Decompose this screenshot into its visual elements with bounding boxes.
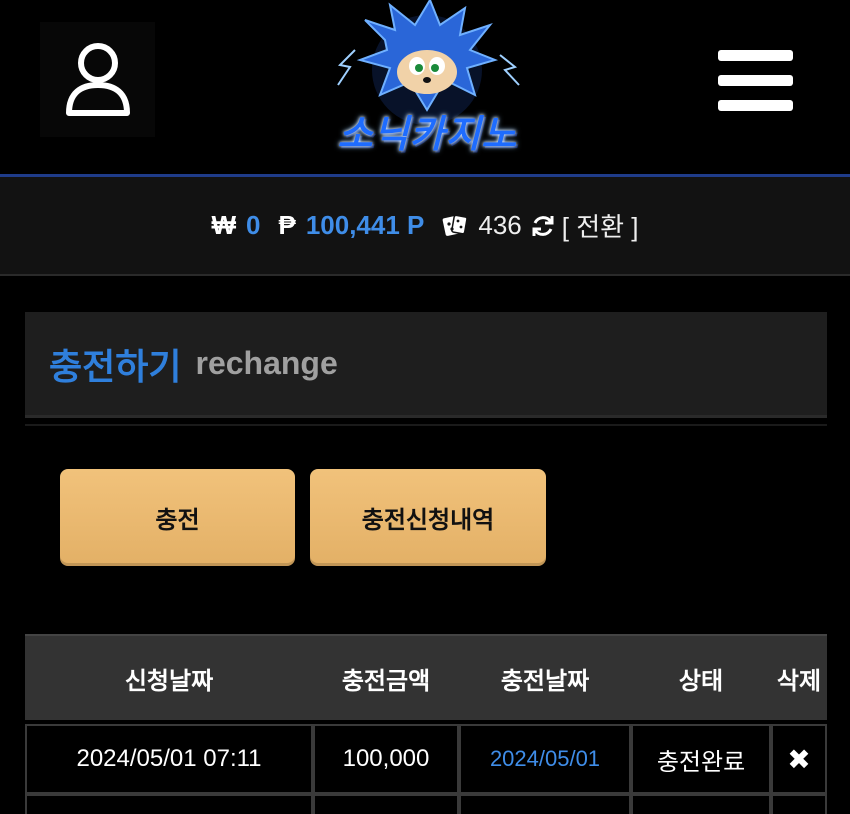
point-icon: ₱ bbox=[278, 210, 296, 240]
dice-balance: 436 [ 전환 ] bbox=[442, 207, 639, 244]
recharge-table: 신청날짜 충전금액 충전날짜 상태 삭제 2024/05/01 07:11 10… bbox=[25, 634, 827, 814]
cell-empty bbox=[25, 794, 313, 814]
charge-button[interactable]: 충전 bbox=[60, 469, 295, 566]
site-header: 소닉카지노 bbox=[0, 0, 850, 175]
col-request-date: 신청날짜 bbox=[124, 667, 214, 695]
logo-text: 소닉카지노 bbox=[337, 112, 518, 156]
won-value: 0 bbox=[246, 210, 261, 240]
cell-empty bbox=[771, 794, 827, 814]
cell-request-date: 2024/05/01 07:11 bbox=[25, 724, 313, 794]
dice-value: 436 bbox=[478, 210, 522, 240]
won-icon: ₩ bbox=[211, 210, 237, 240]
menu-bar bbox=[717, 49, 793, 61]
menu-bar bbox=[717, 99, 793, 111]
col-amount: 충전금액 bbox=[341, 667, 431, 695]
page-subtitle: rechange bbox=[195, 345, 338, 381]
col-charge-date: 충전날짜 bbox=[500, 667, 590, 695]
cell-amount: 100,000 bbox=[313, 724, 459, 794]
cell-status: 충전완료 bbox=[631, 724, 771, 794]
table-row bbox=[25, 794, 827, 814]
refresh-icon[interactable] bbox=[530, 213, 556, 239]
table-row: 2024/05/01 07:11 100,000 2024/05/01 충전완료… bbox=[25, 724, 827, 794]
point-balance: ₱ 100,441 P bbox=[278, 210, 424, 241]
table-header: 신청날짜 충전금액 충전날짜 상태 삭제 bbox=[25, 634, 827, 720]
col-delete: 삭제 bbox=[776, 667, 822, 695]
charge-history-button[interactable]: 충전신청내역 bbox=[310, 469, 546, 566]
convert-link[interactable]: [ 전환 ] bbox=[562, 207, 639, 244]
cell-empty bbox=[313, 794, 459, 814]
balance-bar: ₩ 0 ₱ 100,441 P 436 [ 전환 ] bbox=[0, 177, 850, 276]
point-value: 100,441 P bbox=[305, 210, 425, 240]
site-logo[interactable]: 소닉카지노 bbox=[295, 0, 560, 170]
title-divider bbox=[25, 424, 827, 426]
delete-icon[interactable]: ✖ bbox=[771, 724, 827, 794]
col-status: 상태 bbox=[678, 667, 724, 695]
user-icon[interactable] bbox=[40, 22, 155, 137]
won-balance: ₩ 0 bbox=[211, 210, 260, 241]
menu-bar bbox=[717, 74, 793, 86]
cell-empty bbox=[631, 794, 771, 814]
user-icon-graphic bbox=[65, 42, 130, 116]
cell-charge-date: 2024/05/01 bbox=[459, 724, 631, 794]
dice-icon bbox=[443, 214, 469, 236]
page-title: 충전하기 bbox=[49, 345, 182, 387]
cell-empty bbox=[459, 794, 631, 814]
page-title-panel: 충전하기 rechange bbox=[25, 312, 827, 418]
hamburger-icon[interactable] bbox=[705, 35, 805, 125]
